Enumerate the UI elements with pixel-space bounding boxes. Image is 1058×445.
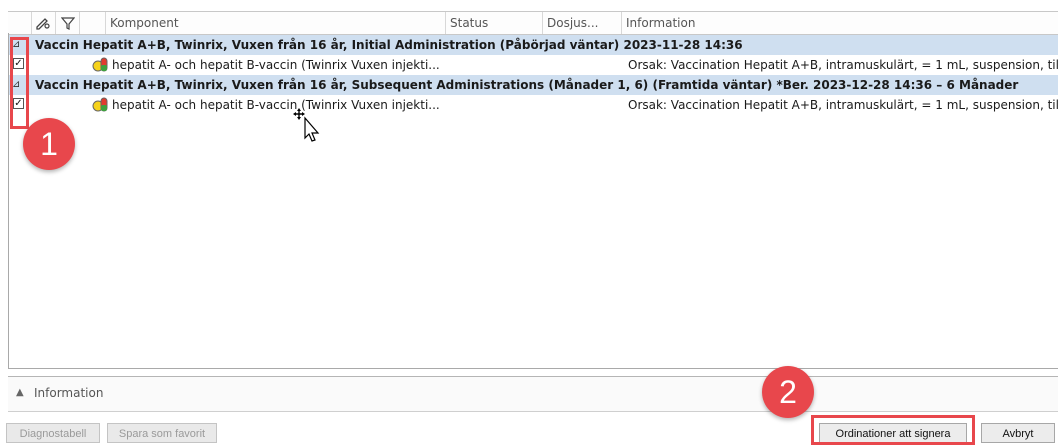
filter-icon	[61, 17, 75, 30]
medication-icon	[92, 57, 108, 72]
edit-column-header[interactable]	[32, 12, 56, 34]
orders-grid: ⊿ Vaccin Hepatit A+B, Twinrix, Vuxen frå…	[8, 33, 1058, 369]
order-information: Orsak: Vaccination Hepatit A+B, intramus…	[628, 98, 1058, 112]
annotation-badge-1: 1	[23, 118, 75, 170]
order-information: Orsak: Vaccination Hepatit A+B, intramus…	[628, 58, 1058, 72]
order-item-row[interactable]: ✓ hepatit A- och hepatit B-vaccin (Twinr…	[9, 95, 1058, 115]
information-panel[interactable]: ▲ Information	[8, 376, 1058, 412]
cancel-button[interactable]: Avbryt	[981, 423, 1055, 443]
column-dosjus[interactable]: Dosjus...	[543, 12, 622, 34]
annotation-badge-2: 2	[762, 366, 814, 418]
spacer-column-header	[80, 12, 106, 34]
save-as-favorite-button[interactable]: Spara som favorit	[107, 423, 217, 443]
expand-panel-icon[interactable]: ▲	[16, 387, 24, 398]
filter-column-header[interactable]	[56, 12, 80, 34]
component-name: hepatit A- och hepatit B-vaccin (Twinrix…	[112, 98, 440, 112]
highlight-checkboxes	[10, 37, 29, 129]
column-header: Komponent Status Dosjus... Information	[8, 11, 1058, 35]
information-panel-label: Information	[34, 386, 104, 400]
group-title: Vaccin Hepatit A+B, Twinrix, Vuxen från …	[35, 38, 743, 52]
edit-icon	[36, 18, 50, 30]
diagnostabell-button[interactable]: Diagnostabell	[6, 423, 100, 443]
group-title: Vaccin Hepatit A+B, Twinrix, Vuxen från …	[35, 78, 1019, 92]
column-komponent[interactable]: Komponent	[106, 12, 446, 34]
select-column-header	[8, 12, 32, 34]
component-name: hepatit A- och hepatit B-vaccin (Twinrix…	[112, 58, 440, 72]
column-status[interactable]: Status	[446, 12, 543, 34]
highlight-sign-button	[811, 415, 975, 445]
order-item-row[interactable]: ✓ hepatit A- och hepatit B-vaccin (Twinr…	[9, 55, 1058, 75]
group-row[interactable]: ⊿ Vaccin Hepatit A+B, Twinrix, Vuxen frå…	[9, 35, 1058, 55]
group-row[interactable]: ⊿ Vaccin Hepatit A+B, Twinrix, Vuxen frå…	[9, 75, 1058, 95]
medication-icon	[92, 97, 108, 112]
column-information[interactable]: Information	[622, 12, 1058, 34]
move-cursor-icon	[293, 108, 320, 142]
